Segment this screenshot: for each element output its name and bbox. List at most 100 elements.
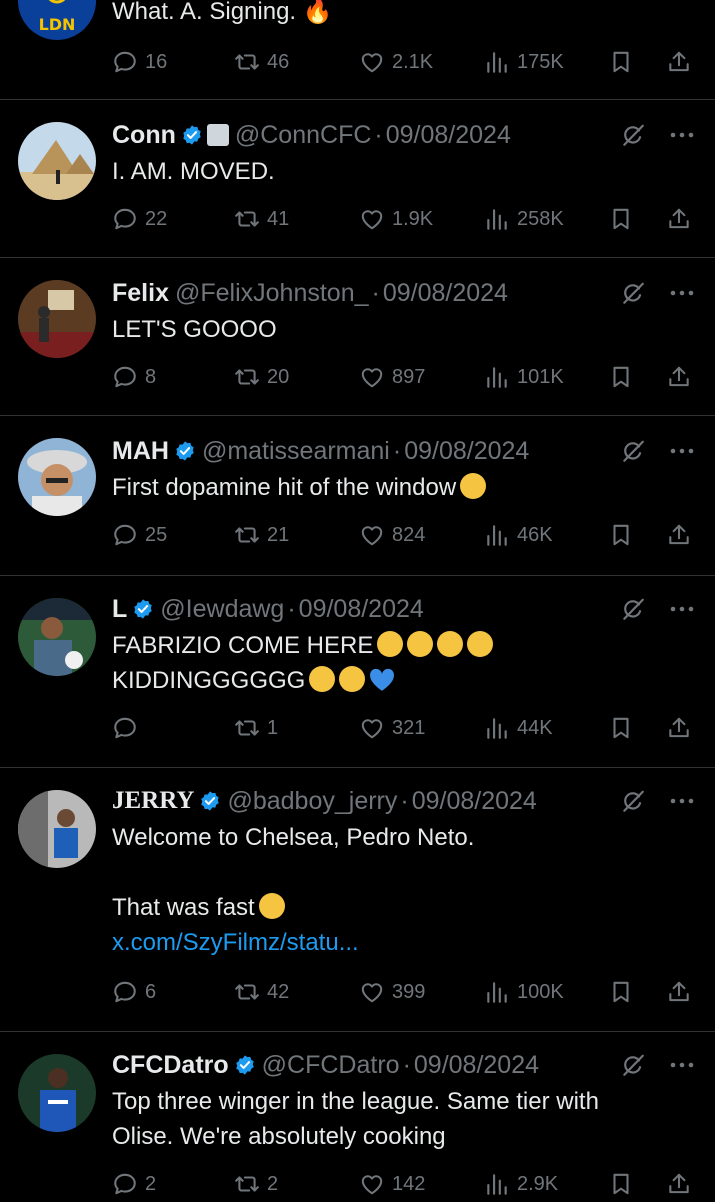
grok-icon[interactable] bbox=[620, 1052, 646, 1078]
timestamp[interactable]: 09/08/2024 bbox=[383, 279, 508, 308]
handle[interactable]: @badboy_jerry bbox=[227, 787, 397, 816]
grok-icon[interactable] bbox=[620, 788, 646, 814]
grok-icon[interactable] bbox=[620, 122, 646, 148]
bookmark-button[interactable] bbox=[608, 974, 634, 1010]
retweet-button[interactable]: 46 bbox=[234, 44, 289, 80]
avatar[interactable] bbox=[18, 598, 96, 676]
retweet-button[interactable]: 42 bbox=[234, 974, 289, 1010]
retweet-button[interactable]: 21 bbox=[234, 517, 289, 553]
avatar[interactable] bbox=[18, 280, 96, 358]
reply-button[interactable] bbox=[112, 710, 138, 746]
more-icon[interactable] bbox=[668, 604, 696, 614]
bookmark-button[interactable] bbox=[608, 517, 634, 553]
like-button[interactable]: 1.9K bbox=[359, 201, 433, 237]
reply-icon bbox=[112, 522, 138, 548]
reply-count: 6 bbox=[145, 980, 157, 1003]
share-button[interactable] bbox=[666, 710, 692, 746]
display-name[interactable]: CFCDatro bbox=[112, 1051, 229, 1080]
retweet-button[interactable]: 1 bbox=[234, 710, 278, 746]
views-button[interactable]: 100K bbox=[484, 974, 564, 1010]
bookmark-button[interactable] bbox=[608, 1166, 634, 1202]
retweet-button[interactable]: 2 bbox=[234, 1166, 278, 1202]
share-button[interactable] bbox=[666, 44, 692, 80]
views-count: 101K bbox=[517, 365, 564, 388]
like-button[interactable]: 897 bbox=[359, 359, 425, 395]
tweet-line: What. A. Signing. 🔥 bbox=[112, 0, 333, 25]
share-button[interactable] bbox=[666, 1166, 692, 1202]
retweet-button[interactable]: 20 bbox=[234, 359, 289, 395]
reply-button[interactable]: 22 bbox=[112, 201, 167, 237]
more-icon[interactable] bbox=[668, 796, 696, 806]
more-icon[interactable] bbox=[668, 446, 696, 456]
more-icon[interactable] bbox=[668, 288, 696, 298]
timestamp[interactable]: 09/08/2024 bbox=[386, 121, 511, 150]
views-button[interactable]: 46K bbox=[484, 517, 553, 553]
reply-button[interactable]: 2 bbox=[112, 1166, 156, 1202]
avatar[interactable] bbox=[18, 438, 96, 516]
more-icon[interactable] bbox=[668, 130, 696, 140]
verified-badge-icon bbox=[174, 440, 196, 462]
tweet-text: Top three winger in the league. Same tie… bbox=[112, 1084, 685, 1154]
bookmark-button[interactable] bbox=[608, 359, 634, 395]
reply-button[interactable]: 16 bbox=[112, 44, 167, 80]
tweet[interactable]: Felix @FelixJohnston_ · 09/08/2024 LET'S… bbox=[0, 258, 715, 416]
share-button[interactable] bbox=[666, 974, 692, 1010]
tweet-header: MAH @matissearmani · 09/08/2024 bbox=[112, 434, 615, 468]
handle[interactable]: @ConnCFC bbox=[235, 121, 372, 150]
views-button[interactable]: 2.9K bbox=[484, 1166, 558, 1202]
more-icon[interactable] bbox=[668, 1060, 696, 1070]
bookmark-button[interactable] bbox=[608, 710, 634, 746]
views-button[interactable]: 258K bbox=[484, 201, 564, 237]
timestamp[interactable]: 09/08/2024 bbox=[414, 1051, 539, 1080]
handle[interactable]: @Iewdawg bbox=[160, 595, 284, 624]
reply-count: 22 bbox=[145, 207, 168, 230]
tweet-line: That was fast bbox=[112, 894, 255, 921]
display-name[interactable]: Conn bbox=[112, 121, 176, 150]
timestamp[interactable]: 09/08/2024 bbox=[299, 595, 424, 624]
grok-icon[interactable] bbox=[620, 596, 646, 622]
grok-icon[interactable] bbox=[620, 280, 646, 306]
like-button[interactable]: 2.1K bbox=[359, 44, 433, 80]
like-button[interactable]: 399 bbox=[359, 974, 425, 1010]
retweet-button[interactable]: 41 bbox=[234, 201, 289, 237]
tweet[interactable]: L @Iewdawg · 09/08/2024 FABRIZIO COME HE… bbox=[0, 576, 715, 768]
avatar-logo-text: LDN bbox=[39, 15, 76, 34]
verified-badge-icon bbox=[181, 124, 203, 146]
views-button[interactable]: 175K bbox=[484, 44, 564, 80]
handle[interactable]: @CFCDatro bbox=[262, 1051, 400, 1080]
timestamp[interactable]: 09/08/2024 bbox=[412, 787, 537, 816]
separator-dot: · bbox=[374, 120, 383, 149]
views-button[interactable]: 44K bbox=[484, 710, 553, 746]
tweet[interactable]: Conn @ConnCFC · 09/08/2024 I. AM. MOVED.… bbox=[0, 100, 715, 258]
display-name[interactable]: Felix bbox=[112, 279, 169, 308]
reply-button[interactable]: 8 bbox=[112, 359, 156, 395]
avatar[interactable] bbox=[18, 122, 96, 200]
handle[interactable]: @FelixJohnston_ bbox=[175, 279, 369, 308]
share-button[interactable] bbox=[666, 201, 692, 237]
grok-icon[interactable] bbox=[620, 438, 646, 464]
views-button[interactable]: 101K bbox=[484, 359, 564, 395]
tweet[interactable]: LDN What. A. Signing. 🔥 16 46 2.1K 175K bbox=[0, 0, 715, 100]
avatar[interactable] bbox=[18, 1054, 96, 1132]
handle[interactable]: @matissearmani bbox=[202, 437, 390, 466]
like-button[interactable]: 321 bbox=[359, 710, 425, 746]
reply-button[interactable]: 25 bbox=[112, 517, 167, 553]
like-button[interactable]: 142 bbox=[359, 1166, 425, 1202]
tweet-link[interactable]: x.com/SzyFilmz/statu... bbox=[112, 929, 359, 956]
bookmark-button[interactable] bbox=[608, 44, 634, 80]
tweet[interactable]: JERRY @badboy_jerry · 09/08/2024 Welcome… bbox=[0, 768, 715, 1032]
display-name[interactable]: L bbox=[112, 595, 127, 624]
display-name[interactable]: MAH bbox=[112, 437, 169, 466]
tweet[interactable]: MAH @matissearmani · 09/08/2024 First do… bbox=[0, 416, 715, 576]
share-button[interactable] bbox=[666, 359, 692, 395]
tweet[interactable]: CFCDatro @CFCDatro · 09/08/2024 Top thre… bbox=[0, 1032, 715, 1200]
dizzy-face-emoji bbox=[460, 473, 487, 499]
timestamp[interactable]: 09/08/2024 bbox=[404, 437, 529, 466]
share-button[interactable] bbox=[666, 517, 692, 553]
reply-button[interactable]: 6 bbox=[112, 974, 156, 1010]
display-name[interactable]: JERRY bbox=[112, 787, 194, 815]
avatar[interactable] bbox=[18, 790, 96, 868]
bookmark-button[interactable] bbox=[608, 201, 634, 237]
like-button[interactable]: 824 bbox=[359, 517, 425, 553]
avatar[interactable]: LDN bbox=[18, 0, 96, 40]
